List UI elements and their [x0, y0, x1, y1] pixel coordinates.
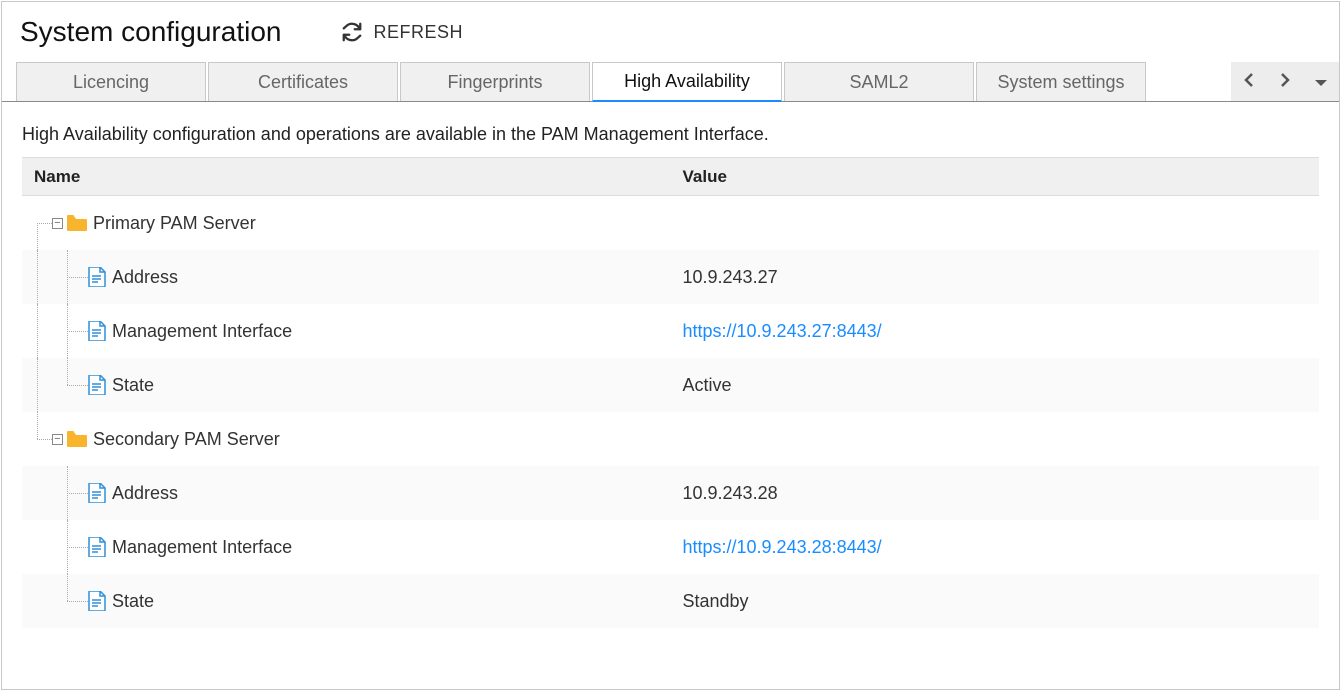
- tree-item-value: Active: [683, 375, 732, 395]
- tab-system-settings[interactable]: System settings: [976, 62, 1146, 101]
- tree-item-label: Management Interface: [112, 321, 292, 342]
- table-row: − Primary PAM Server: [22, 196, 1319, 251]
- chevron-left-icon: [1243, 72, 1255, 93]
- tree-collapse-toggle[interactable]: −: [52, 218, 63, 229]
- document-icon: [88, 375, 106, 395]
- tab-licencing[interactable]: Licencing: [16, 62, 206, 101]
- table-row: Management Interface https://10.9.243.27…: [22, 304, 1319, 358]
- tree-item-label: Address: [112, 267, 178, 288]
- tree-item-value: 10.9.243.28: [683, 483, 778, 503]
- tab-scroll-left-button[interactable]: [1231, 62, 1267, 102]
- chevron-right-icon: [1279, 72, 1291, 93]
- tab-label: SAML2: [849, 72, 908, 93]
- tab-fingerprints[interactable]: Fingerprints: [400, 62, 590, 101]
- tab-label: High Availability: [624, 71, 750, 92]
- management-interface-link[interactable]: https://10.9.243.27:8443/: [683, 321, 882, 341]
- col-header-value[interactable]: Value: [671, 158, 1320, 196]
- tab-label: Licencing: [73, 72, 149, 93]
- folder-icon: [67, 431, 87, 447]
- tab-label: Certificates: [258, 72, 348, 93]
- tab-overflow-dropdown[interactable]: [1303, 62, 1339, 102]
- tab-scroll-right-button[interactable]: [1267, 62, 1303, 102]
- tree-item-label: Address: [112, 483, 178, 504]
- folder-icon: [67, 215, 87, 231]
- document-icon: [88, 591, 106, 611]
- tree-item-label: State: [112, 375, 154, 396]
- refresh-button[interactable]: REFRESH: [341, 21, 463, 43]
- page-title: System configuration: [20, 16, 281, 48]
- refresh-label: REFRESH: [373, 22, 463, 43]
- page-header: System configuration REFRESH: [2, 2, 1339, 62]
- tab-high-availability[interactable]: High Availability: [592, 62, 782, 102]
- tab-label: System settings: [997, 72, 1124, 93]
- table-row: Address 10.9.243.28: [22, 466, 1319, 520]
- tab-saml2[interactable]: SAML2: [784, 62, 974, 101]
- tab-certificates[interactable]: Certificates: [208, 62, 398, 101]
- tab-nav: [1231, 62, 1339, 101]
- table-row: − Secondary PAM Server: [22, 412, 1319, 466]
- tree-group-label: Primary PAM Server: [93, 213, 256, 234]
- table-row: State Standby: [22, 574, 1319, 628]
- document-icon: [88, 267, 106, 287]
- caret-down-icon: [1314, 72, 1328, 93]
- management-interface-link[interactable]: https://10.9.243.28:8443/: [683, 537, 882, 557]
- tab-bar: Licencing Certificates Fingerprints High…: [2, 62, 1339, 102]
- page-container: System configuration REFRESH Licencing C…: [1, 1, 1340, 690]
- document-icon: [88, 483, 106, 503]
- col-header-name[interactable]: Name: [22, 158, 671, 196]
- ha-config-table: Name Value − Primar: [22, 157, 1319, 628]
- table-row: Address 10.9.243.27: [22, 250, 1319, 304]
- tab-description: High Availability configuration and oper…: [2, 102, 1339, 157]
- tree-item-value: 10.9.243.27: [683, 267, 778, 287]
- tree-group-label: Secondary PAM Server: [93, 429, 280, 450]
- table-row: State Active: [22, 358, 1319, 412]
- refresh-icon: [341, 21, 363, 43]
- tree-item-value: Standby: [683, 591, 749, 611]
- tree-item-label: State: [112, 591, 154, 612]
- tree-collapse-toggle[interactable]: −: [52, 434, 63, 445]
- document-icon: [88, 321, 106, 341]
- table-row: Management Interface https://10.9.243.28…: [22, 520, 1319, 574]
- document-icon: [88, 537, 106, 557]
- tree-item-label: Management Interface: [112, 537, 292, 558]
- tab-label: Fingerprints: [447, 72, 542, 93]
